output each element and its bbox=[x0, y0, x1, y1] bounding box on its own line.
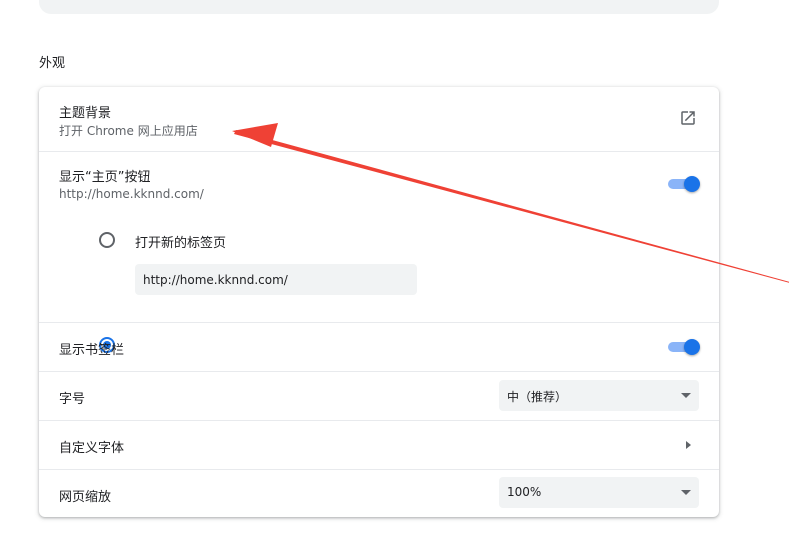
home-button-title: 显示“主页”按钮 bbox=[59, 170, 151, 185]
custom-fonts-title: 自定义字体 bbox=[59, 441, 125, 456]
font-size-value: 中（推荐） bbox=[507, 390, 568, 404]
page-zoom-value: 100% bbox=[507, 485, 542, 499]
home-url-input[interactable] bbox=[135, 264, 417, 295]
appearance-card: 主题背景 打开 Chrome 网上应用店 显示“主页”按钮 http://hom… bbox=[39, 87, 719, 517]
bookmarks-bar-row[interactable]: 显示书签栏 bbox=[39, 323, 719, 371]
font-size-select[interactable]: 中（推荐） bbox=[499, 380, 699, 411]
toggle-knob bbox=[684, 176, 700, 192]
home-button-toggle[interactable] bbox=[668, 176, 700, 192]
open-in-new-icon[interactable] bbox=[679, 109, 697, 127]
theme-row[interactable]: 主题背景 打开 Chrome 网上应用店 bbox=[39, 87, 719, 151]
radio-new-tab[interactable] bbox=[99, 232, 115, 248]
section-title-appearance: 外观 bbox=[39, 56, 66, 71]
theme-title: 主题背景 bbox=[59, 106, 112, 121]
toggle-knob bbox=[684, 339, 700, 355]
page-zoom-select[interactable]: 100% bbox=[499, 477, 699, 508]
font-size-row: 字号 中（推荐） bbox=[39, 372, 719, 420]
page-zoom-title: 网页缩放 bbox=[59, 490, 112, 505]
home-button-row: 显示“主页”按钮 http://home.kknnd.com/ 打开新的标签页 bbox=[39, 152, 719, 353]
home-button-subtitle: http://home.kknnd.com/ bbox=[59, 187, 204, 201]
chevron-right-icon bbox=[686, 441, 691, 449]
page-zoom-row: 网页缩放 100% bbox=[39, 470, 719, 517]
custom-fonts-row[interactable]: 自定义字体 bbox=[39, 421, 719, 469]
bookmarks-bar-title: 显示书签栏 bbox=[59, 343, 125, 358]
bookmarks-bar-toggle[interactable] bbox=[668, 339, 700, 355]
font-size-title: 字号 bbox=[59, 392, 86, 407]
theme-subtitle: 打开 Chrome 网上应用店 bbox=[59, 124, 198, 138]
dropdown-arrow-icon bbox=[681, 393, 691, 398]
previous-section-card bbox=[39, 0, 719, 14]
dropdown-arrow-icon bbox=[681, 490, 691, 495]
radio-new-tab-label[interactable]: 打开新的标签页 bbox=[135, 232, 226, 251]
